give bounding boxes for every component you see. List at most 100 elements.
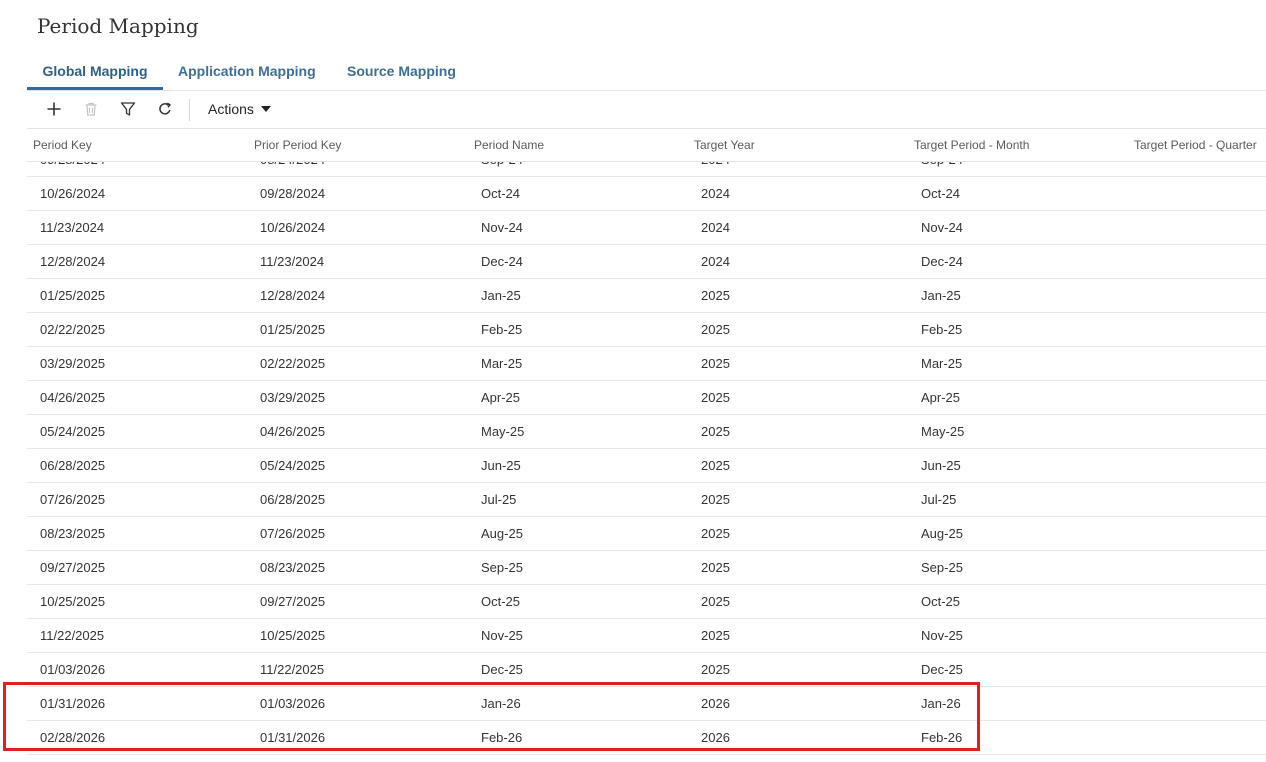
prior-period-key-cell: 02/22/2025 [260, 356, 326, 371]
target-year-cell: 2025 [701, 458, 730, 473]
prior-period-key-cell: 09/27/2025 [260, 594, 326, 609]
target-period-month-cell: Jun-25 [921, 458, 961, 473]
table-row[interactable]: 08/23/2025 07/26/2025 Aug-25 2025 Aug-25 [27, 517, 1266, 551]
period-key-cell: 03/29/2025 [40, 356, 106, 371]
actions-menu-button[interactable]: Actions [202, 97, 277, 121]
period-key-cell: 06/28/2025 [40, 458, 106, 473]
filter-button[interactable] [116, 97, 140, 121]
period-key-cell: 01/31/2026 [40, 696, 106, 711]
prior-period-key-cell: 01/03/2026 [260, 696, 326, 711]
table-header: Period Key Prior Period Key Period Name … [27, 129, 1266, 162]
period-name-cell: Oct-25 [481, 594, 521, 609]
period-key-cell: 07/26/2025 [40, 492, 106, 507]
target-period-month-cell: Oct-24 [921, 186, 961, 201]
target-period-month-cell: Oct-25 [921, 594, 961, 609]
period-name-cell: Sep-25 [481, 560, 523, 575]
table-row[interactable]: 11/23/2024 10/26/2024 Nov-24 2024 Nov-24 [27, 211, 1266, 245]
column-header-period-key[interactable]: Period Key [33, 129, 92, 161]
prior-period-key-cell: 10/25/2025 [260, 628, 326, 643]
period-name-cell: Feb-25 [481, 322, 523, 337]
table-row[interactable]: 02/22/2025 01/25/2025 Feb-25 2025 Feb-25 [27, 313, 1266, 347]
refresh-button[interactable] [153, 97, 177, 121]
tab-source-mapping[interactable]: Source Mapping [347, 56, 456, 87]
target-year-cell: 2025 [701, 594, 730, 609]
prior-period-key-cell: 04/26/2025 [260, 424, 326, 439]
prior-period-key-cell: 12/28/2024 [260, 288, 326, 303]
target-period-month-cell: Jan-26 [921, 696, 961, 711]
caret-down-icon [260, 106, 271, 112]
period-key-cell: 10/26/2024 [40, 186, 106, 201]
period-key-cell: 09/27/2025 [40, 560, 106, 575]
table-row[interactable]: 05/24/2025 04/26/2025 May-25 2025 May-25 [27, 415, 1266, 449]
prior-period-key-cell: 03/29/2025 [260, 390, 326, 405]
period-name-cell: Nov-24 [481, 220, 523, 235]
table-row[interactable]: 03/29/2025 02/22/2025 Mar-25 2025 Mar-25 [27, 347, 1266, 381]
prior-period-key-cell: 05/24/2025 [260, 458, 326, 473]
period-name-cell: Oct-24 [481, 186, 521, 201]
table-row[interactable]: 01/31/2026 01/03/2026 Jan-26 2026 Jan-26 [27, 687, 1266, 721]
period-key-cell: 01/25/2025 [40, 288, 106, 303]
target-year-cell: 2026 [701, 730, 730, 745]
period-key-cell: 08/23/2025 [40, 526, 106, 541]
toolbar-divider [189, 99, 190, 121]
period-name-cell: Feb-26 [481, 730, 523, 745]
actions-label: Actions [208, 101, 254, 117]
period-name-cell: Dec-24 [481, 254, 523, 269]
column-header-period-name[interactable]: Period Name [474, 129, 544, 161]
period-key-cell: 12/28/2024 [40, 254, 106, 269]
target-period-month-cell: Aug-25 [921, 526, 963, 541]
prior-period-key-cell: 01/31/2026 [260, 730, 326, 745]
target-period-month-cell: Jul-25 [921, 492, 957, 507]
prior-period-key-cell: 11/23/2024 [260, 254, 325, 269]
table-row[interactable]: 06/28/2025 05/24/2025 Jun-25 2025 Jun-25 [27, 449, 1266, 483]
table-row[interactable]: 10/26/2024 09/28/2024 Oct-24 2024 Oct-24 [27, 177, 1266, 211]
table-row[interactable]: 09/27/2025 08/23/2025 Sep-25 2025 Sep-25 [27, 551, 1266, 585]
target-year-cell: 2025 [701, 662, 730, 677]
prior-period-key-cell: 01/25/2025 [260, 322, 326, 337]
period-key-cell: 01/03/2026 [40, 662, 106, 677]
target-period-month-cell: Feb-25 [921, 322, 963, 337]
prior-period-key-cell: 10/26/2024 [260, 220, 326, 235]
target-period-month-cell: Apr-25 [921, 390, 961, 405]
period-name-cell: May-25 [481, 424, 525, 439]
plus-icon [47, 102, 61, 116]
table-row[interactable]: 01/03/2026 11/22/2025 Dec-25 2025 Dec-25 [27, 653, 1266, 687]
delete-button[interactable] [79, 97, 103, 121]
column-header-prior-period-key[interactable]: Prior Period Key [254, 129, 341, 161]
period-name-cell: Jul-25 [481, 492, 517, 507]
tab-global-mapping[interactable]: Global Mapping [27, 56, 163, 90]
period-name-cell: Dec-25 [481, 662, 523, 677]
period-name-cell: Apr-25 [481, 390, 521, 405]
tab-application-mapping[interactable]: Application Mapping [178, 56, 316, 87]
table-body: 09/28/202408/24/2024Sep-242024Sep-2410/2… [27, 143, 1266, 755]
table-row[interactable]: 01/25/2025 12/28/2024 Jan-25 2025 Jan-25 [27, 279, 1266, 313]
table-row[interactable]: 04/26/2025 03/29/2025 Apr-25 2025 Apr-25 [27, 381, 1266, 415]
prior-period-key-cell: 06/28/2025 [260, 492, 326, 507]
target-period-month-cell: Dec-25 [921, 662, 963, 677]
target-period-month-cell: May-25 [921, 424, 965, 439]
column-header-target-period-quarter[interactable]: Target Period - Quarter [1134, 129, 1257, 161]
target-period-month-cell: Sep-25 [921, 560, 963, 575]
add-button[interactable] [42, 97, 66, 121]
prior-period-key-cell: 11/22/2025 [260, 662, 325, 677]
tab-bar: Global Mapping Application Mapping Sourc… [27, 56, 1266, 91]
target-period-month-cell: Nov-25 [921, 628, 963, 643]
target-year-cell: 2024 [701, 186, 730, 201]
column-header-target-year[interactable]: Target Year [694, 129, 755, 161]
target-year-cell: 2024 [701, 254, 730, 269]
trash-icon [85, 102, 97, 116]
refresh-icon [159, 102, 171, 115]
prior-period-key-cell: 07/26/2025 [260, 526, 326, 541]
column-header-target-period-month[interactable]: Target Period - Month [914, 129, 1029, 161]
target-period-month-cell: Feb-26 [921, 730, 963, 745]
period-key-cell: 05/24/2025 [40, 424, 106, 439]
table-row[interactable]: 11/22/2025 10/25/2025 Nov-25 2025 Nov-25 [27, 619, 1266, 653]
table-row[interactable]: 07/26/2025 06/28/2025 Jul-25 2025 Jul-25 [27, 483, 1266, 517]
table-row[interactable]: 10/25/2025 09/27/2025 Oct-25 2025 Oct-25 [27, 585, 1266, 619]
period-name-cell: Aug-25 [481, 526, 523, 541]
table-row[interactable]: 12/28/2024 11/23/2024 Dec-24 2024 Dec-24 [27, 245, 1266, 279]
period-key-cell: 02/28/2026 [40, 730, 106, 745]
period-key-cell: 11/22/2025 [40, 628, 105, 643]
table-row[interactable]: 02/28/2026 01/31/2026 Feb-26 2026 Feb-26 [27, 721, 1266, 755]
prior-period-key-cell: 08/23/2025 [260, 560, 326, 575]
